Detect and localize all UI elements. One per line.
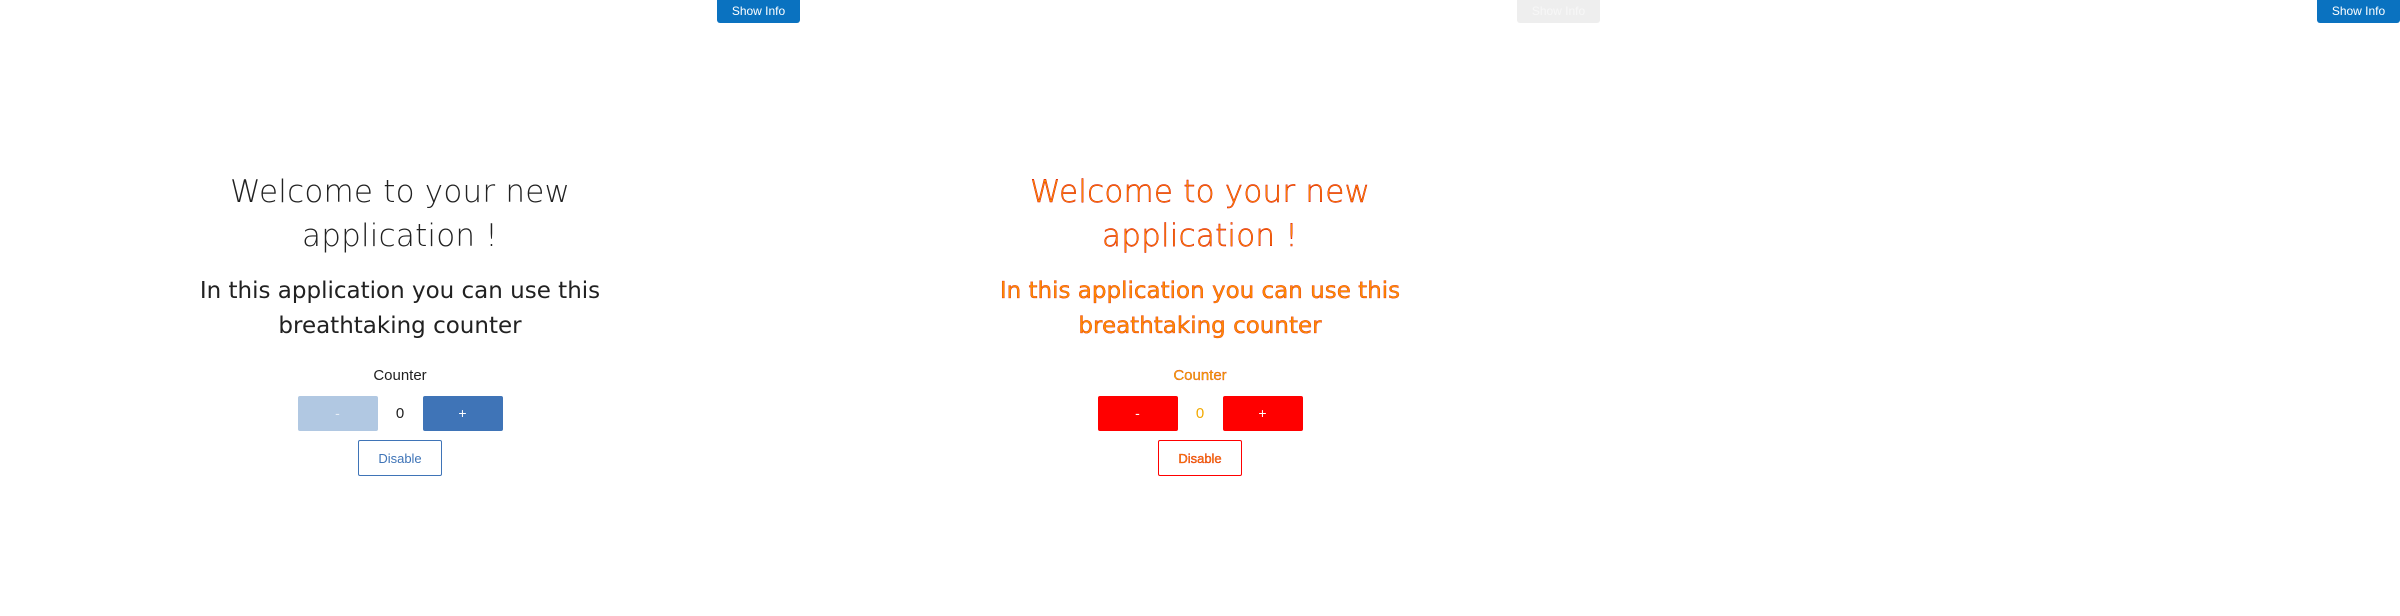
subtitle-line-1: In this application you can use this bbox=[199, 278, 601, 304]
screen: Show Info Welcome to your new applicatio… bbox=[0, 0, 2400, 616]
counter-label: Counter bbox=[1173, 367, 1227, 384]
disable-button[interactable]: Disable bbox=[1158, 440, 1242, 476]
subtitle: In this application you can use this bre… bbox=[190, 274, 610, 344]
increment-button[interactable]: + bbox=[422, 395, 503, 431]
show-info-button[interactable]: Show Info bbox=[2317, 0, 2400, 23]
app-panel-blank: Show Info bbox=[1600, 0, 2400, 616]
app-panel-default: Show Info Welcome to your new applicatio… bbox=[0, 0, 800, 616]
subtitle-line-2: breathtaking counter bbox=[278, 313, 522, 339]
counter-label: Counter bbox=[373, 367, 427, 384]
counter-controls: - 0 + bbox=[0, 395, 800, 431]
welcome-heading: Welcome to your new application ! bbox=[1010, 170, 1390, 258]
subtitle-line-2: breathtaking counter bbox=[1078, 313, 1322, 339]
subtitle: In this application you can use this bre… bbox=[990, 274, 1410, 344]
counter-controls: - 0 + bbox=[800, 395, 1600, 431]
increment-button[interactable]: + bbox=[1222, 395, 1303, 431]
decrement-button[interactable]: - bbox=[297, 395, 378, 431]
welcome-line-2: application ! bbox=[302, 218, 498, 254]
welcome-line-2: application ! bbox=[1102, 218, 1298, 254]
subtitle-line-1: In this application you can use this bbox=[999, 278, 1401, 304]
app-panel-themed: Show Info Welcome to your new applicatio… bbox=[800, 0, 1600, 616]
welcome-line-1: Welcome to your new bbox=[229, 174, 571, 210]
welcome-line-1: Welcome to your new bbox=[1029, 174, 1371, 210]
decrement-button[interactable]: - bbox=[1097, 395, 1178, 431]
show-info-button[interactable]: Show Info bbox=[1517, 0, 1600, 23]
counter-value: 0 bbox=[1195, 404, 1205, 422]
show-info-button[interactable]: Show Info bbox=[717, 0, 800, 23]
disable-button[interactable]: Disable bbox=[358, 440, 442, 476]
welcome-heading: Welcome to your new application ! bbox=[210, 170, 590, 258]
counter-value: 0 bbox=[395, 404, 405, 422]
main-content: Welcome to your new application ! In thi… bbox=[800, 170, 1600, 476]
main-content: Welcome to your new application ! In thi… bbox=[0, 170, 800, 476]
